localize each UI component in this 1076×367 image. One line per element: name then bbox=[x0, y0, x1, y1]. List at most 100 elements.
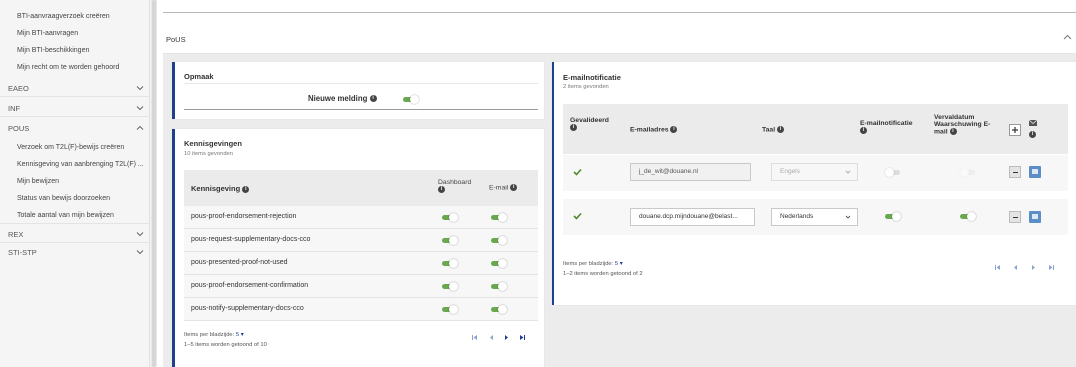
table-row: pous-proof-endorsement-confirmation bbox=[184, 275, 538, 298]
sidebar-item-label: BTI-aanvraagverzoek creëren bbox=[17, 13, 110, 20]
sidebar-item-bti-request-create[interactable]: BTI-aanvraagverzoek creëren bbox=[0, 8, 150, 25]
page-first-icon[interactable] bbox=[471, 334, 478, 341]
email-address-field[interactable]: douane.dcp.mijndouane@belast... bbox=[630, 208, 755, 226]
page-last-icon[interactable] bbox=[1048, 264, 1055, 271]
emailnotificatie-card: E-mailnotificatie 2 items gevonden Geval… bbox=[552, 62, 1076, 305]
email-toggle[interactable] bbox=[491, 282, 507, 291]
page-next-icon[interactable] bbox=[1030, 264, 1037, 271]
notification-name: pous-proof-endorsement-rejection bbox=[191, 213, 297, 220]
divider bbox=[184, 83, 538, 84]
column-header-validated[interactable]: Gevalideerd i bbox=[570, 117, 618, 131]
section-title: PoUS bbox=[166, 35, 186, 44]
expiry-warning-toggle[interactable] bbox=[960, 212, 976, 221]
info-icon[interactable]: i bbox=[369, 95, 377, 103]
page-prev-icon[interactable] bbox=[488, 334, 495, 341]
sidebar-item-total-proofs[interactable]: Totale aantal van mijn bewijzen bbox=[0, 207, 150, 224]
chevron-up-icon[interactable] bbox=[1063, 33, 1072, 42]
column-header-dashboard[interactable]: Dashboard i bbox=[438, 179, 471, 193]
column-header-notification[interactable]: E-mailnotificatie i bbox=[860, 120, 924, 134]
kennisgevingen-card: Kennisgevingen 10 items gevonden Kennisg… bbox=[172, 129, 544, 367]
email-notification-toggle[interactable] bbox=[885, 212, 901, 221]
remove-email-button[interactable] bbox=[1009, 166, 1021, 178]
info-icon[interactable]: i bbox=[570, 124, 577, 131]
language-value: Nederlands bbox=[780, 213, 814, 220]
language-select[interactable]: Nederlands bbox=[771, 208, 858, 226]
sidebar-group-eaeo[interactable]: EAEO bbox=[0, 80, 150, 97]
sidebar-item-right-to-be-heard[interactable]: Mijn recht om te worden gehoord bbox=[0, 59, 150, 76]
info-icon[interactable]: i bbox=[242, 185, 250, 193]
email-toggle[interactable] bbox=[491, 305, 507, 314]
info-icon[interactable]: i bbox=[777, 126, 784, 133]
page-last-icon[interactable] bbox=[519, 334, 526, 341]
column-header-language[interactable]: Taal i bbox=[762, 126, 784, 133]
chevron-down-icon bbox=[845, 215, 851, 219]
column-header-address[interactable]: E-mailadres i bbox=[630, 126, 678, 134]
info-icon[interactable]: i bbox=[949, 128, 957, 135]
dashboard-toggle[interactable] bbox=[442, 282, 458, 291]
column-header-label: E-mailadres bbox=[630, 126, 669, 134]
sidebar-item-label: Totale aantal van mijn bewijzen bbox=[17, 211, 114, 219]
card-title: Opmaak bbox=[184, 72, 214, 81]
page-next-icon[interactable] bbox=[503, 334, 510, 341]
items-per-page-select[interactable]: 5 ▾ bbox=[615, 261, 623, 267]
info-icon[interactable]: i bbox=[1029, 130, 1036, 138]
caret-down-icon: ▾ bbox=[619, 261, 623, 267]
info-icon[interactable]: i bbox=[510, 184, 518, 191]
info-icon[interactable]: i bbox=[860, 127, 867, 134]
new-message-toggle[interactable] bbox=[403, 95, 419, 104]
sidebar-item-my-proofs[interactable]: Mijn bewijzen bbox=[0, 173, 150, 190]
sidebar-item-label: Mijn BTI-beschikkingen bbox=[17, 47, 90, 54]
main-content: PoUS Opmaak Nieuwe melding i Kennisgevin… bbox=[157, 0, 1076, 367]
column-header-email[interactable]: E-mail i bbox=[489, 184, 518, 191]
items-per-page-select[interactable]: 5 ▾ bbox=[236, 332, 244, 338]
column-header-expiry[interactable]: Vervaldatum Waarschuwing E-mail i bbox=[934, 114, 1000, 135]
info-icon[interactable]: i bbox=[438, 186, 445, 193]
dashboard-toggle[interactable] bbox=[442, 236, 458, 245]
sidebar-item-t2l-notification[interactable]: Kennisgeving van aanbrenging T2L(F) ... bbox=[0, 156, 150, 173]
page-prev-icon[interactable] bbox=[1012, 264, 1019, 271]
items-per-page: Items per bladzijde: 5 ▾ bbox=[563, 261, 623, 267]
items-count: 2 items gevonden bbox=[563, 84, 609, 90]
items-per-page-value: 5 bbox=[235, 332, 240, 338]
info-icon[interactable]: i bbox=[670, 126, 678, 133]
sidebar-item-my-bti-requests[interactable]: Mijn BTI-aanvragen bbox=[0, 25, 150, 42]
sidebar-group-inf[interactable]: INF bbox=[0, 100, 150, 117]
expiry-warning-toggle[interactable] bbox=[960, 168, 976, 177]
sidebar-group-rex[interactable]: REX bbox=[0, 226, 150, 243]
email-toggle[interactable] bbox=[491, 213, 507, 222]
table-row: pous-request-supplementary-docs-cco bbox=[184, 229, 538, 252]
email-toggle[interactable] bbox=[491, 259, 507, 268]
check-icon bbox=[573, 212, 582, 220]
sidebar-item-my-bti-decisions[interactable]: Mijn BTI-beschikkingen bbox=[0, 42, 150, 59]
items-per-page-label: Items per bladzijde: bbox=[184, 332, 235, 338]
new-message-text: Nieuwe melding bbox=[308, 94, 368, 103]
email-toggle[interactable] bbox=[491, 236, 507, 245]
sidebar-item-t2l-proof-request[interactable]: Verzoek om T2L(F)-bewijs creëren bbox=[0, 139, 150, 156]
sidebar-item-proof-status-search[interactable]: Status van bewijs doorzoeken bbox=[0, 190, 150, 207]
sidebar-group-label: STI-STP bbox=[8, 248, 37, 257]
email-address-field[interactable]: j_de_wit@douane.nl bbox=[630, 163, 751, 181]
dashboard-toggle[interactable] bbox=[442, 305, 458, 314]
language-select[interactable]: Engels bbox=[771, 163, 858, 181]
sidebar-item-label: Status van bewijs doorzoeken bbox=[17, 195, 110, 202]
envelope-icon bbox=[1028, 119, 1038, 126]
remove-email-button[interactable] bbox=[1009, 211, 1021, 223]
column-header-kennisgeving[interactable]: Kennisgeving i bbox=[191, 184, 250, 193]
column-header-label: Taal bbox=[762, 126, 776, 134]
save-icon[interactable] bbox=[1029, 211, 1041, 223]
sidebar-group-sti-stp[interactable]: STI-STP bbox=[0, 244, 150, 261]
page-first-icon[interactable] bbox=[994, 264, 1001, 271]
items-range: 1–2 items worden getoond of 2 bbox=[563, 271, 643, 277]
items-range: 1–5 items worden getoond of 10 bbox=[184, 342, 267, 348]
add-email-button[interactable] bbox=[1009, 124, 1021, 136]
email-notification-toggle[interactable] bbox=[885, 168, 901, 177]
language-value: Engels bbox=[780, 168, 800, 175]
dashboard-toggle[interactable] bbox=[442, 213, 458, 222]
sidebar-group-pous[interactable]: POUS bbox=[0, 120, 150, 137]
chevron-down-icon bbox=[136, 84, 144, 92]
scrollbar-thumb[interactable] bbox=[152, 0, 156, 367]
save-icon[interactable] bbox=[1029, 166, 1041, 178]
chevron-down-icon bbox=[136, 230, 144, 238]
dashboard-toggle[interactable] bbox=[442, 259, 458, 268]
sidebar-group-label: INF bbox=[8, 103, 21, 113]
